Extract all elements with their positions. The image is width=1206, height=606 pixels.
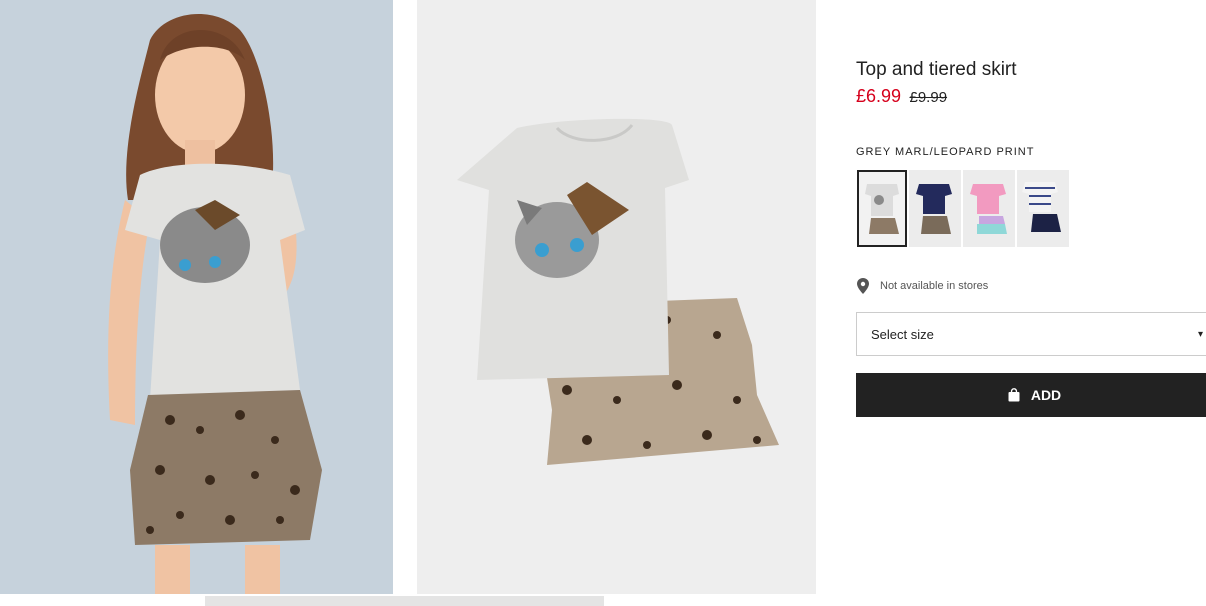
availability-text: Not available in stores: [880, 280, 989, 292]
swatch-grey-marl-leopard[interactable]: [857, 170, 907, 247]
swatch-pink-unicorn[interactable]: [963, 170, 1015, 247]
chevron-down-icon: ▾: [1197, 329, 1203, 340]
product-image-next[interactable]: [205, 596, 604, 606]
store-availability: Not available in stores: [856, 278, 988, 294]
swatch-striped-navy[interactable]: [1017, 170, 1069, 247]
shopping-bag-icon: [1008, 388, 1020, 402]
product-title: Top and tiered skirt: [856, 59, 1017, 80]
price-block: £6.99 £9.99: [856, 86, 947, 107]
selected-color-name: GREY MARL/LEOPARD PRINT: [856, 146, 1035, 158]
product-image-model[interactable]: [0, 0, 393, 594]
product-info-panel: Top and tiered skirt £6.99 £9.99 GREY MA…: [856, 0, 1206, 594]
add-button-label: ADD: [1030, 387, 1062, 403]
swatch-navy-love[interactable]: [909, 170, 961, 247]
original-price: £9.99: [909, 89, 948, 106]
color-swatches: [857, 170, 1069, 247]
map-pin-icon: [857, 278, 869, 294]
add-to-bag-button[interactable]: ADD: [856, 373, 1206, 417]
size-select-label: Select size: [871, 326, 934, 342]
sale-price: £6.99: [856, 86, 902, 106]
size-select[interactable]: Select size ▾: [856, 312, 1206, 356]
product-image-flatlay[interactable]: [417, 0, 816, 594]
